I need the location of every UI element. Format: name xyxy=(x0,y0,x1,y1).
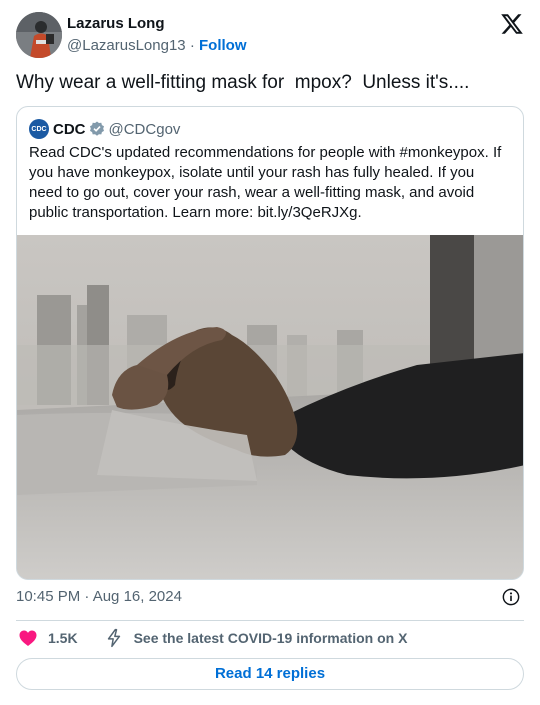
avatar-photo xyxy=(16,12,62,58)
author-handle[interactable]: @LazarusLong13 xyxy=(67,37,186,54)
tweet-header: Lazarus Long @LazarusLong13 · Follow xyxy=(16,12,524,60)
read-replies-button[interactable]: Read 14 replies xyxy=(16,658,524,690)
author-display-name[interactable]: Lazarus Long xyxy=(67,14,247,34)
author-block: Lazarus Long @LazarusLong13 · Follow xyxy=(67,14,247,56)
like-count[interactable]: 1.5K xyxy=(48,630,78,646)
quoted-tweet-photo[interactable] xyxy=(17,235,523,579)
quoted-author-handle: @CDCgov xyxy=(108,120,181,138)
lightning-bolt-icon xyxy=(107,628,120,648)
embedded-tweet-card: Lazarus Long @LazarusLong13 · Follow Why… xyxy=(0,0,540,705)
info-icon[interactable] xyxy=(502,588,520,606)
tweet-actions: 1.5K See the latest COVID-19 information… xyxy=(16,627,524,649)
covid-info-link[interactable]: See the latest COVID-19 information on X xyxy=(134,630,408,646)
quoted-tweet-text: Read CDC's updated recommendations for p… xyxy=(29,144,502,221)
handle-separator: · xyxy=(189,37,195,54)
tweet-meta: 10:45 PM · Aug 16, 2024 xyxy=(16,586,524,608)
avatar[interactable] xyxy=(16,12,62,58)
divider xyxy=(16,620,524,621)
author-handle-row: @LazarusLong13 · Follow xyxy=(67,36,247,56)
quoted-tweet[interactable]: CDC CDC @CDCgov Read CDC's updated recom… xyxy=(16,106,524,580)
quoted-author-name: CDC xyxy=(53,120,86,138)
cdc-avatar: CDC xyxy=(29,119,49,139)
verified-badge-icon xyxy=(89,121,104,136)
x-logo-icon[interactable] xyxy=(500,12,524,36)
heart-icon[interactable] xyxy=(18,628,38,648)
tweet-timestamp[interactable]: 10:45 PM · Aug 16, 2024 xyxy=(16,588,182,605)
tweet-text: Why wear a well-fitting mask for mpox? U… xyxy=(16,72,470,93)
quoted-tweet-header: CDC CDC @CDCgov xyxy=(29,119,180,139)
person-lying-on-bed-photo xyxy=(17,235,523,579)
follow-link[interactable]: Follow xyxy=(199,37,247,54)
